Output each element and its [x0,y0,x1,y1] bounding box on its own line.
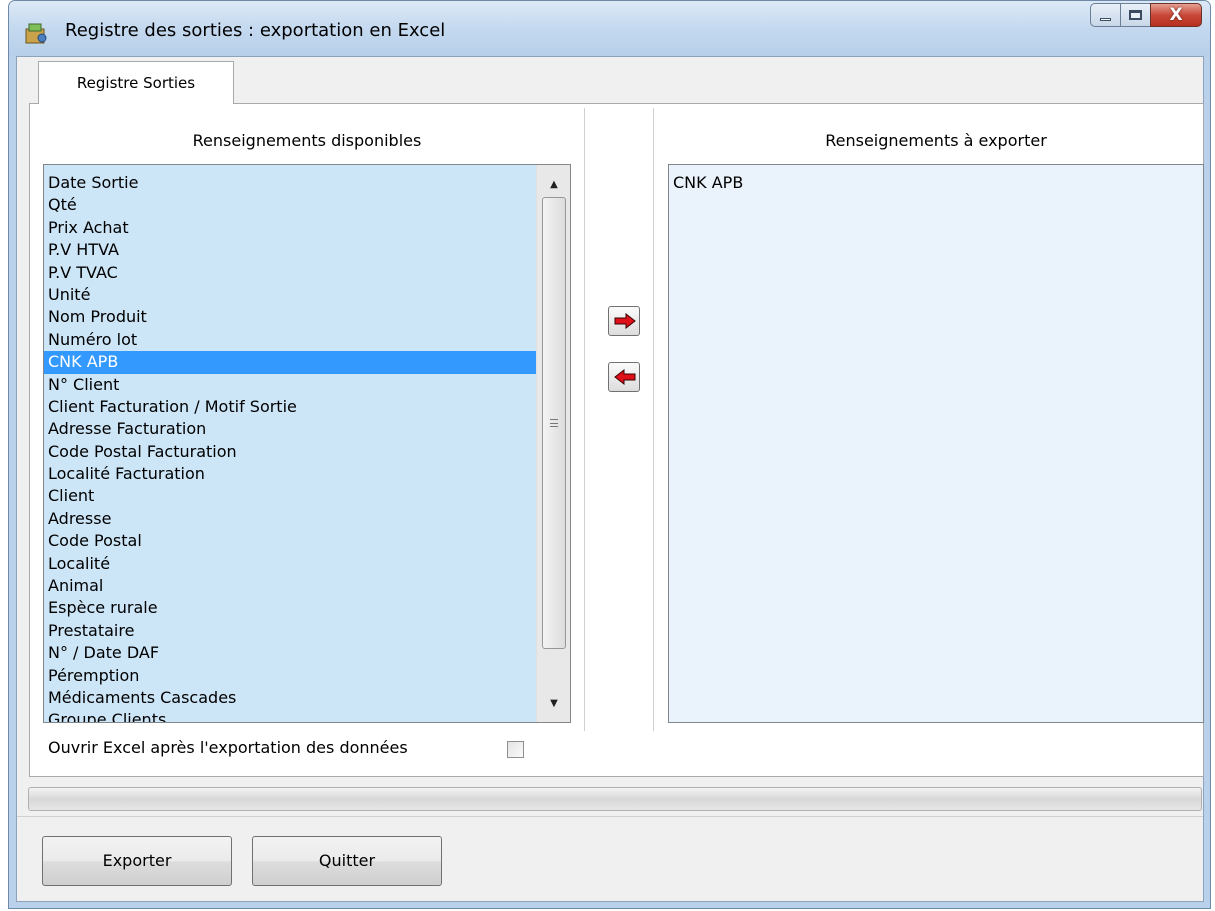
available-list-item[interactable]: Client [44,485,536,507]
scroll-down-icon[interactable]: ▼ [537,692,570,716]
minimize-icon [1100,18,1111,21]
available-list-item[interactable]: Animal [44,575,536,597]
column-divider-right [653,108,654,731]
arrow-right-icon [614,313,636,329]
maximize-icon [1129,10,1142,20]
caption-buttons: X [1090,3,1202,27]
app-icon [25,23,47,44]
available-items: Date Sortie Qté Prix Achat P.V HTVA P.V TVAC… [44,172,536,722]
available-list-item[interactable]: Localité [44,553,536,575]
available-list-item[interactable]: Unité [44,284,536,306]
available-list-item[interactable]: Client Facturation / Motif Sortie [44,396,536,418]
available-list-item[interactable]: Adresse [44,508,536,530]
remove-from-export-button[interactable] [608,362,640,392]
maximize-button[interactable] [1120,3,1150,27]
window-title: Registre des sorties : exportation en Ex… [65,20,446,41]
export-listbox[interactable]: CNK APB [668,164,1204,723]
available-list-item[interactable]: Code Postal Facturation [44,441,536,463]
open-excel-checkbox[interactable] [507,741,524,758]
available-list-item[interactable]: CNK APB [44,351,536,374]
export-header: Renseignements à exporter [825,131,1047,150]
available-list-item[interactable]: Adresse Facturation [44,418,536,440]
arrow-left-icon [614,369,636,385]
available-list-item[interactable]: Prix Achat [44,217,536,239]
available-list-item[interactable]: Date Sortie [44,172,536,194]
available-list-item[interactable]: Nom Produit [44,306,536,328]
scroll-thumb[interactable] [542,197,566,649]
grip-icon [550,419,558,427]
add-to-export-button[interactable] [608,306,640,336]
open-excel-label: Ouvrir Excel après l'exportation des don… [48,738,408,757]
available-list-item[interactable]: Prestataire [44,620,536,642]
available-list-item[interactable]: Code Postal [44,530,536,552]
available-list-item[interactable]: Groupe Clients [44,709,536,722]
tab-registre-sorties[interactable]: Registre Sorties [38,61,234,104]
export-button[interactable]: Exporter [42,836,232,886]
available-list-item[interactable]: Qté [44,194,536,216]
close-button[interactable]: X [1150,3,1202,27]
available-list-item[interactable]: Localité Facturation [44,463,536,485]
minimize-button[interactable] [1090,3,1120,27]
available-listbox[interactable]: Date Sortie Qté Prix Achat P.V HTVA P.V TVAC… [43,164,571,723]
available-list-item[interactable]: N° Client [44,374,536,396]
available-list-item[interactable]: Péremption [44,665,536,687]
available-list-item[interactable]: N° / Date DAF [44,642,536,664]
export-progress-bar [28,787,1202,811]
available-list-item[interactable]: Médicaments Cascades [44,687,536,709]
available-list-item[interactable]: P.V TVAC [44,262,536,284]
app-window: Registre des sorties : exportation en Ex… [8,0,1211,909]
available-list-item[interactable]: Espèce rurale [44,597,536,619]
title-bar[interactable]: Registre des sorties : exportation en Ex… [9,1,1210,56]
available-scrollbar[interactable]: ▲ ▼ [536,165,570,722]
close-icon: X [1169,5,1183,25]
bottom-separator [17,816,1203,817]
available-list-item[interactable]: P.V HTVA [44,239,536,261]
client-area: Registre Sorties Renseignements disponib… [16,56,1204,902]
export-items: CNK APB [669,172,1203,194]
column-divider-left [584,108,585,731]
tab-page: Renseignements disponibles Renseignement… [29,103,1204,777]
available-header: Renseignements disponibles [192,131,422,150]
scroll-up-icon[interactable]: ▲ [537,173,570,197]
export-list-item[interactable]: CNK APB [669,172,1203,194]
available-list-item[interactable]: Numéro lot [44,329,536,351]
quit-button[interactable]: Quitter [252,836,442,886]
